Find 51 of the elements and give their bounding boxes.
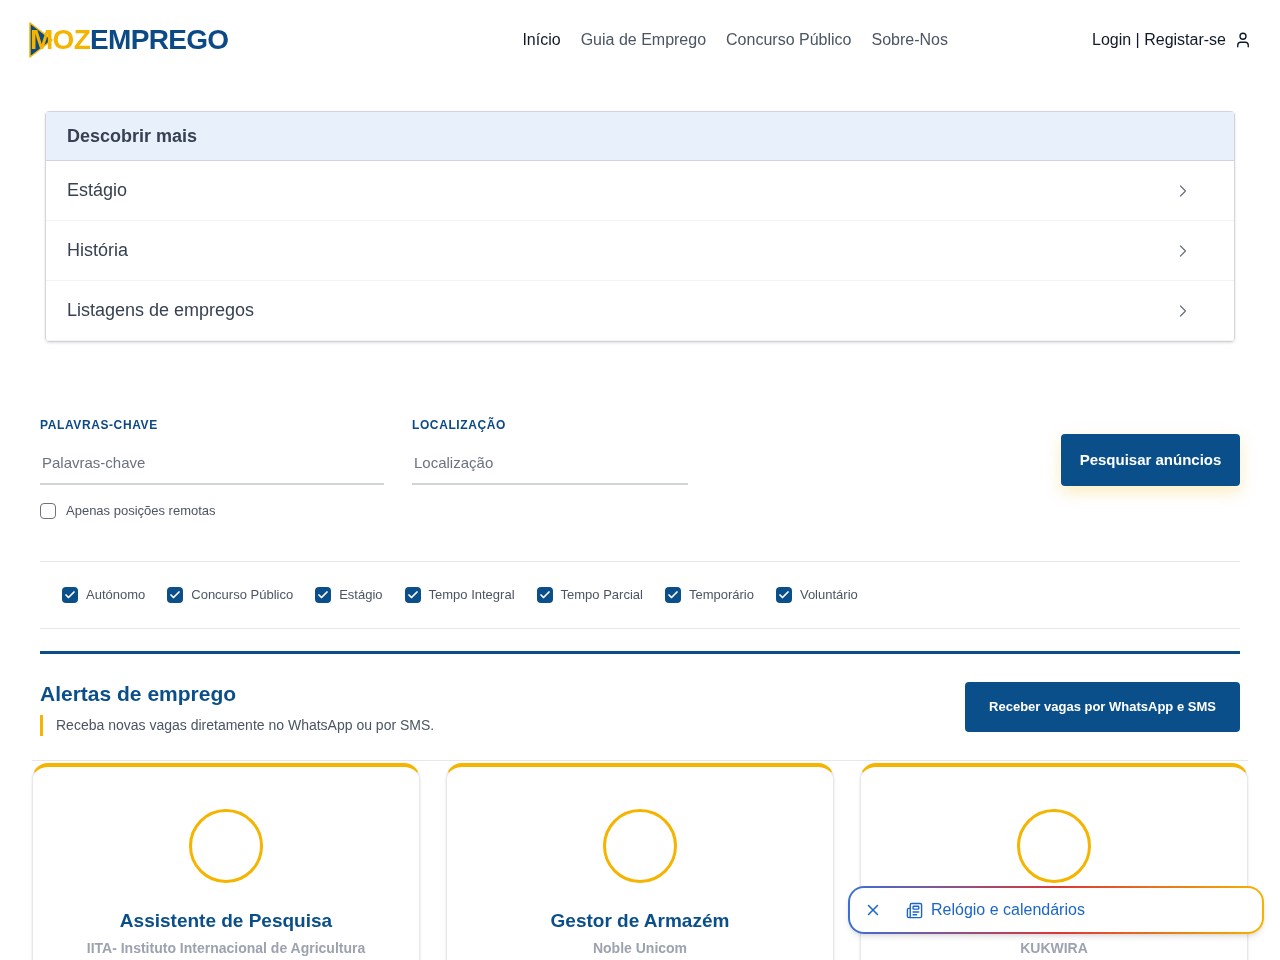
checkbox-label: Tempo Parcial (560, 585, 643, 604)
login-link[interactable]: Login | Registar-se (1092, 28, 1252, 52)
location-field[interactable]: Localização (412, 442, 688, 485)
field-label: PALAVRAS-CHAVE (40, 417, 159, 434)
job-title: Gestor de Armazém (550, 909, 730, 934)
company-name: IITA- Instituto Internacional de Agricultura (86, 939, 366, 958)
checkbox-label: Autónomo (86, 585, 146, 604)
checkbox-label: Estágio (339, 585, 383, 604)
company-name: KUKWIRA (1020, 939, 1088, 958)
checkbox[interactable] (62, 586, 78, 603)
check-icon (406, 588, 419, 601)
search-button[interactable]: Pesquisar anúncios (1061, 434, 1240, 486)
list-item-link[interactable]: Estágio (46, 161, 1234, 221)
nav-link[interactable]: Guia de Emprego (580, 28, 707, 52)
checkbox-label: Concurso Público (191, 585, 294, 604)
checkbox[interactable] (536, 586, 553, 603)
checkbox-label: Voluntário (799, 585, 858, 604)
nav-link[interactable]: Início (522, 28, 561, 52)
keywords-field[interactable]: Palavras-chave (40, 442, 384, 485)
whatsapp-alerts-button[interactable]: Receber vagas por WhatsApp e SMS (965, 681, 1240, 732)
newspaper-icon (906, 901, 923, 919)
pill-label: Relógio e calendários (931, 900, 1085, 920)
check-icon (317, 588, 330, 601)
field-label: LOCALIZAÇÃO (412, 416, 507, 434)
user-icon (1234, 31, 1252, 49)
checkbox[interactable] (404, 586, 421, 603)
section-title: Alertas de emprego (40, 680, 238, 707)
list-item-link[interactable]: Listagens de empregos (46, 281, 1234, 341)
check-icon (777, 588, 790, 601)
checkbox[interactable] (775, 586, 792, 603)
checkbox[interactable] (315, 586, 332, 603)
job-card[interactable]: Gestor de Armazém Noble Unicom (446, 763, 834, 960)
panel-heading: Descobrir mais (46, 112, 1234, 161)
checkbox[interactable] (664, 586, 681, 603)
check-icon (64, 588, 76, 601)
company-name: Noble Unicom (592, 939, 688, 958)
check-icon (666, 588, 679, 601)
checkbox[interactable] (40, 502, 56, 519)
checkbox[interactable] (167, 586, 184, 603)
job-title: Assistente de Pesquisa (119, 909, 333, 934)
floating-pill[interactable]: Relógio e calendários (848, 886, 1264, 934)
checkbox-label: Tempo Integral (428, 585, 515, 604)
nav-link[interactable]: Concurso Público (726, 28, 852, 52)
checkbox-label: Temporário (688, 585, 754, 604)
job-card[interactable]: Assistente de Pesquisa IITA- Instituto Internacional de Agricultura (32, 763, 420, 960)
list-item-link[interactable]: História (46, 221, 1234, 281)
check-icon (169, 588, 182, 601)
check-icon (538, 588, 551, 601)
checkbox-label: Apenas posições remotas (66, 502, 216, 520)
section-subtitle: Receba novas vagas diretamente no WhatsApp ou por SMS. (40, 715, 435, 736)
nav-link[interactable]: Sobre-Nos (871, 28, 948, 52)
